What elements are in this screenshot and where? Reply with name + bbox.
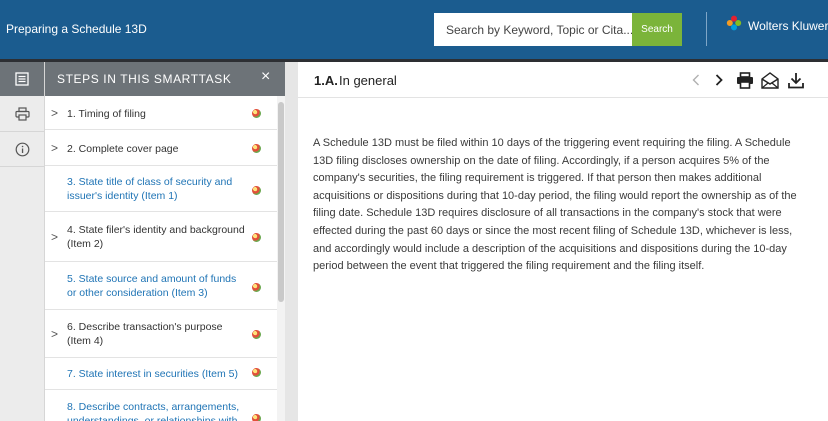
chevron-right-icon[interactable]: > — [51, 141, 58, 155]
steps-panel-title: STEPS IN THIS SMARTTASK — [57, 72, 232, 86]
steps-panel-header: STEPS IN THIS SMARTTASK × — [45, 62, 285, 96]
info-icon — [15, 142, 29, 156]
steps-panel: STEPS IN THIS SMARTTASK × > 1. Timing of… — [45, 62, 285, 421]
scrollbar-thumb[interactable] — [278, 102, 284, 302]
download-button[interactable] — [786, 71, 806, 89]
brand-name[interactable]: Wolters Kluwer — [748, 19, 828, 33]
step-label[interactable]: 5. State source and amount of funds or o… — [67, 272, 247, 300]
print-button[interactable] — [735, 71, 755, 89]
step-item[interactable]: 7. State interest in securities (Item 5) — [45, 358, 277, 390]
status-icon — [252, 330, 261, 339]
previous-button[interactable] — [689, 71, 703, 89]
section-title: In general — [339, 73, 397, 88]
step-item[interactable]: > 2. Complete cover page — [45, 130, 277, 166]
search-box — [434, 13, 634, 46]
status-icon — [252, 283, 261, 292]
status-icon — [252, 144, 261, 153]
step-label[interactable]: 3. State title of class of security and … — [67, 175, 247, 203]
header-divider — [706, 12, 707, 46]
step-item[interactable]: > 1. Timing of filing — [45, 96, 277, 130]
rail-info-button[interactable] — [0, 132, 44, 166]
content-panel: 1.A. In general A Schedule 13D must be f… — [298, 62, 828, 421]
section-body-text: A Schedule 13D must be filed within 10 d… — [313, 137, 797, 273]
step-item[interactable]: > 4. State filer's identity and backgrou… — [45, 212, 277, 262]
status-icon — [252, 186, 261, 195]
step-item[interactable]: 5. State source and amount of funds or o… — [45, 262, 277, 310]
step-label: 1. Timing of filing — [67, 108, 146, 120]
steps-scrollbar[interactable] — [277, 96, 285, 421]
step-label[interactable]: 8. Describe contracts, arrangements, und… — [67, 400, 247, 421]
chevron-right-icon — [715, 74, 723, 86]
section-number: 1.A. — [314, 73, 338, 88]
chevron-left-icon — [692, 74, 699, 86]
icon-rail — [0, 62, 45, 421]
content-header: 1.A. In general — [298, 62, 828, 98]
step-label: 6. Describe transaction's purpose (Item … — [67, 321, 223, 347]
next-button[interactable] — [712, 71, 726, 89]
panel-gutter — [285, 62, 298, 421]
print-icon — [737, 71, 753, 89]
step-item[interactable]: > 6. Describe transaction's purpose (Ite… — [45, 310, 277, 358]
status-icon — [252, 368, 261, 377]
chevron-right-icon[interactable]: > — [51, 106, 58, 120]
step-item[interactable]: 3. State title of class of security and … — [45, 166, 277, 212]
app-title: Preparing a Schedule 13D — [6, 22, 147, 36]
step-label: 2. Complete cover page — [67, 143, 179, 155]
search-input[interactable] — [434, 13, 634, 46]
chevron-right-icon[interactable]: > — [51, 327, 58, 341]
rail-print-button[interactable] — [0, 97, 44, 131]
email-icon — [761, 71, 779, 89]
print-icon — [14, 107, 30, 121]
email-button[interactable] — [760, 71, 780, 89]
chevron-right-icon[interactable]: > — [51, 230, 58, 244]
status-icon — [252, 233, 261, 242]
download-icon — [788, 72, 804, 88]
list-icon — [15, 72, 29, 86]
close-icon[interactable]: × — [261, 69, 270, 85]
wolters-kluwer-logo-icon — [726, 15, 742, 31]
steps-toggle-button[interactable] — [0, 62, 44, 96]
top-header: Preparing a Schedule 13D Search Wolters … — [0, 0, 828, 59]
step-item[interactable]: 8. Describe contracts, arrangements, und… — [45, 390, 277, 421]
step-label: 4. State filer's identity and background… — [67, 224, 245, 250]
rail-separator — [0, 166, 44, 167]
status-icon — [252, 109, 261, 118]
step-label[interactable]: 7. State interest in securities (Item 5) — [67, 367, 247, 381]
status-icon — [252, 414, 261, 421]
search-button[interactable]: Search — [632, 13, 682, 46]
